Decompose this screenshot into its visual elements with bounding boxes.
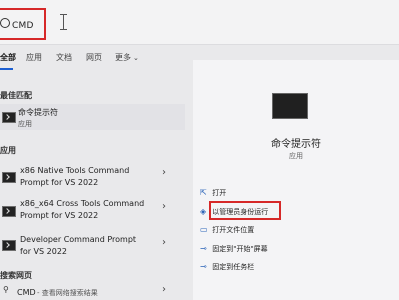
action-pin-taskbar-label: 固定到任务栏 [212, 263, 255, 271]
detail-title: 命令提示符 [271, 139, 321, 150]
chevron-down-icon: ⌄ [133, 54, 139, 62]
action-open-file-location[interactable]: ▭ 打开文件位置 [200, 225, 254, 235]
app-result-3-line2: for VS 2022 [20, 247, 67, 256]
app-result-1-line1: x86 Native Tools Command [20, 166, 130, 175]
folder-icon: ▭ [200, 225, 208, 234]
section-web: 搜索网页 [0, 271, 32, 280]
web-result-label: CMD [17, 288, 36, 297]
action-pin-start-label: 固定到"开始"屏幕 [212, 245, 268, 253]
filter-tabs: 全部 应用 文档 网页 更多 ⌄ [0, 48, 160, 70]
pin-icon: ⊸ [200, 262, 207, 271]
action-open-file-location-label: 打开文件位置 [212, 226, 255, 234]
web-result-sub: - 查看网络搜索结果 [37, 289, 98, 297]
open-icon: ⇱ [200, 188, 207, 197]
cmd-app-icon [2, 206, 16, 217]
action-pin-start[interactable]: ⊸ 固定到"开始"屏幕 [200, 244, 268, 254]
best-match-label: 命令提示符 [18, 108, 58, 117]
chevron-right-icon[interactable]: › [162, 167, 166, 178]
text-cursor-icon [60, 14, 67, 30]
best-match-sub: 应用 [18, 120, 32, 128]
chevron-right-icon[interactable]: › [162, 284, 166, 295]
app-result-3-line1: Developer Command Prompt [20, 235, 137, 244]
search-highlight-box [0, 8, 46, 40]
search-bar[interactable] [0, 0, 399, 45]
tab-all[interactable]: 全部 [0, 52, 16, 63]
app-result-2-line2: Prompt for VS 2022 [20, 211, 99, 220]
tab-more-label: 更多 [115, 53, 131, 62]
cmd-app-icon [2, 172, 16, 183]
chevron-right-icon[interactable]: › [162, 237, 166, 248]
app-result-2-line1: x86_x64 Cross Tools Command [20, 199, 145, 208]
app-result-1-line2: Prompt for VS 2022 [20, 178, 99, 187]
chevron-right-icon[interactable]: › [162, 201, 166, 212]
tab-apps[interactable]: 应用 [26, 52, 42, 63]
action-pin-taskbar[interactable]: ⊸ 固定到任务栏 [200, 262, 254, 272]
search-icon: ⚲ [3, 285, 9, 294]
cmd-large-icon [272, 93, 308, 119]
tab-documents[interactable]: 文档 [56, 52, 72, 63]
cmd-app-icon [2, 240, 16, 251]
section-apps: 应用 [0, 146, 16, 155]
pin-icon: ⊸ [200, 244, 207, 253]
run-as-admin-highlight-box [209, 201, 281, 220]
action-open-label: 打开 [212, 189, 227, 197]
action-open[interactable]: ⇱ 打开 [200, 188, 226, 198]
tab-web[interactable]: 网页 [86, 52, 102, 63]
cmd-app-icon [2, 112, 16, 123]
tab-more[interactable]: 更多 ⌄ [115, 52, 139, 63]
detail-subtitle: 应用 [289, 152, 303, 160]
active-tab-indicator [0, 68, 13, 70]
section-best-match: 最佳匹配 [0, 91, 32, 100]
